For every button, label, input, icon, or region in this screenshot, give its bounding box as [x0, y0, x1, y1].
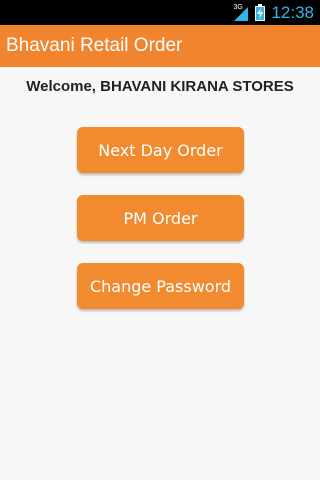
clock: 12:38 — [271, 3, 314, 22]
status-bar: 3G 12:38 — [0, 0, 320, 25]
signal-icon — [234, 6, 249, 21]
network-indicator: 3G — [233, 4, 249, 22]
battery-icon — [255, 4, 266, 21]
next-day-order-button[interactable]: Next Day Order — [77, 127, 244, 173]
change-password-button[interactable]: Change Password — [77, 263, 244, 309]
welcome-message: Welcome, BHAVANI KIRANA STORES — [26, 78, 294, 95]
app-title: Bhavani Retail Order — [6, 35, 183, 56]
pm-order-button[interactable]: PM Order — [77, 195, 244, 241]
action-bar: Bhavani Retail Order — [0, 25, 320, 67]
status-icons: 3G 12:38 — [233, 0, 314, 25]
